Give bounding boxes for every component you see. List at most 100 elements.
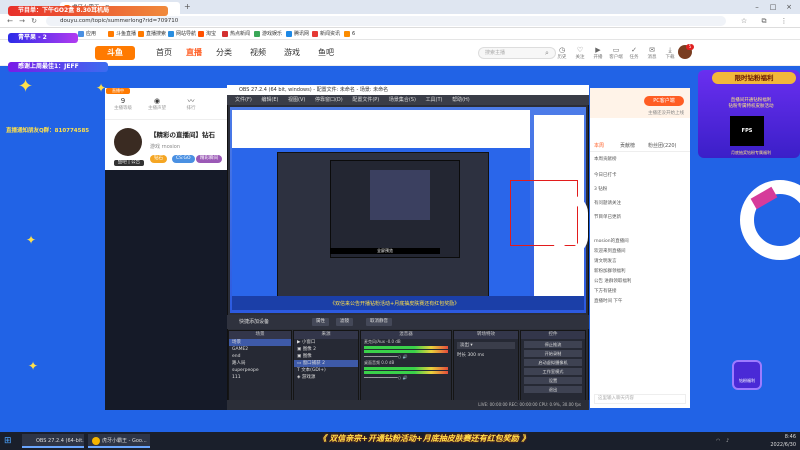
bookmark-star-icon[interactable]: ☆ <box>740 17 748 25</box>
bookmark-item[interactable]: 斗鱼直播 <box>108 30 136 38</box>
volume-icon[interactable]: ♪ <box>726 438 732 444</box>
mixer-channel-label: 桌面音频 0.0 dB <box>364 360 395 365</box>
tab-contrib[interactable]: 贡献榜 <box>620 142 635 150</box>
chat-line: 节目单已更新 <box>594 215 621 220</box>
bookmark-item[interactable]: 直播搜索 <box>138 30 166 38</box>
exit-button[interactable]: 退出 <box>524 386 582 393</box>
search-icon[interactable]: ⌕ <box>540 48 554 58</box>
url-input[interactable]: douyu.com/topic/summerlong?rid=709710 <box>46 16 726 26</box>
minimize-icon[interactable]: – <box>750 2 764 12</box>
maximize-icon[interactable]: □ <box>766 2 780 12</box>
properties-button[interactable]: 属性 <box>312 318 329 326</box>
chat-line: 公告 进群领取福利 <box>594 279 632 284</box>
obs-title: OBS 27.2.4 (64 bit, windows) - 配置文件: 未命名… <box>227 85 589 95</box>
obs-menu-dock[interactable]: 停靠窗口(D) <box>315 95 343 105</box>
scene-item[interactable]: superpeope <box>229 367 291 374</box>
obs-menu-file[interactable]: 文件(F) <box>235 95 252 105</box>
tab-fans[interactable]: 粉丝团(220) <box>648 142 676 150</box>
streamer-avatar[interactable] <box>114 128 142 156</box>
close-icon[interactable]: × <box>782 2 796 12</box>
star-icon: ✦ <box>18 76 34 97</box>
virtual-camera-button[interactable]: 启动虚拟摄像机 <box>524 359 582 366</box>
site-logo[interactable]: 斗鱼 <box>95 46 135 60</box>
broadcast-icon[interactable]: ▶ 开播 <box>590 45 606 63</box>
promo-footer: 月底抽奖钻粉专属福利 <box>731 150 771 155</box>
audio-meter <box>364 346 448 349</box>
source-item[interactable]: T 文本(GDI+) <box>294 367 358 374</box>
preview-nested-obs-3 <box>370 170 430 220</box>
obs-menu-scenes[interactable]: 场景集合(S) <box>389 95 416 105</box>
bookmark-item[interactable]: 应用 <box>78 30 96 38</box>
settings-button[interactable]: 设置 <box>524 377 582 384</box>
nav-game[interactable]: 游戏 <box>284 46 300 60</box>
audio-meter <box>364 350 448 353</box>
start-recording-button[interactable]: 开始录制 <box>524 350 582 357</box>
chat-input[interactable]: 这里输入聊天内容 <box>594 394 686 404</box>
bookmark-item[interactable]: 6 <box>344 30 355 38</box>
obs-menu-profile[interactable]: 配置文件(P) <box>352 95 379 105</box>
bookmark-icon <box>78 31 84 37</box>
pc-client-button[interactable]: PC客户端 <box>644 96 684 106</box>
scene-item[interactable]: 111 <box>229 374 291 381</box>
scene-item[interactable]: 路人局 <box>229 360 291 367</box>
extensions-icon[interactable]: ⧉ <box>760 17 768 25</box>
source-item[interactable]: ▭ 窗口捕获 2 <box>294 360 358 367</box>
nav-live[interactable]: 直播 <box>186 46 202 60</box>
obs-menu-help[interactable]: 帮助(H) <box>452 95 470 105</box>
network-icon[interactable]: ◠ <box>716 438 722 444</box>
history-icon[interactable]: ◷ 历史 <box>554 45 570 63</box>
transition-select[interactable]: 淡出 ▾ <box>457 342 515 349</box>
stop-stream-button[interactable]: 停止推流 <box>524 341 582 348</box>
tab-week[interactable]: 本周 <box>594 142 604 150</box>
scene-item[interactable]: end <box>229 353 291 360</box>
source-item[interactable]: ▶ 小窗口 <box>294 339 358 346</box>
bookmark-item[interactable]: 淘宝 <box>198 30 216 38</box>
volume-slider[interactable]: ━━━━━━━━━━━━━━○ 🔊 <box>361 375 451 381</box>
taskbar-item-obs[interactable]: OBS 27.2.4 (64-bit... <box>22 434 84 448</box>
bookmark-item[interactable]: 网站导航 <box>168 30 196 38</box>
source-item[interactable]: ▣ 图像 <box>294 353 358 360</box>
bookmark-icon <box>168 31 174 37</box>
filters-button[interactable]: 滤镜 <box>336 318 353 326</box>
bookmark-item[interactable]: 热点新闻 <box>222 30 250 38</box>
client-icon[interactable]: ▭ 客户端 <box>608 45 624 63</box>
transition-duration[interactable]: 时长 300 ms <box>454 352 518 359</box>
source-item[interactable]: ▣ 图像 2 <box>294 346 358 353</box>
room-sub: 游戏 rnosion <box>150 144 181 150</box>
bookmark-item[interactable]: 新闻资讯 <box>312 30 340 38</box>
chat-line: 有问题请关注 <box>594 201 621 206</box>
chat-room-status: 主播还没开始上线 <box>648 111 684 116</box>
message-icon[interactable]: ✉ 消息 <box>644 45 660 63</box>
room-tag[interactable]: 钻石 <box>150 155 167 163</box>
nav-fishbar[interactable]: 鱼吧 <box>318 46 334 60</box>
room-tag[interactable]: CS:GO <box>172 155 195 163</box>
avatar-badge: 5 <box>686 44 694 50</box>
video-player-left[interactable] <box>105 170 230 410</box>
new-tab-icon[interactable]: + <box>184 3 192 11</box>
unmute-button[interactable]: 取消静音 <box>366 318 392 326</box>
scene-item[interactable]: GAME2 <box>229 346 291 353</box>
back-icon[interactable]: ← <box>6 17 14 25</box>
room-tag[interactable]: 精彩瞬间 <box>196 155 222 163</box>
scene-item[interactable]: 场景 <box>229 339 291 346</box>
follow-icon[interactable]: ♡ 关注 <box>572 45 588 63</box>
bookmark-item[interactable]: 游戏娱乐 <box>254 30 282 38</box>
nav-category[interactable]: 分类 <box>216 46 232 60</box>
task-icon[interactable]: ✓ 任务 <box>626 45 642 63</box>
bookmark-item[interactable]: 腾讯网 <box>286 30 309 38</box>
forward-icon[interactable]: → <box>18 17 26 25</box>
download-icon[interactable]: ⤓ 下载 <box>662 45 678 63</box>
obs-menu-edit[interactable]: 编辑(E) <box>261 95 278 105</box>
browser-menu-icon[interactable]: ⋮ <box>780 17 788 25</box>
nav-home[interactable]: 首页 <box>156 46 172 60</box>
taskbar-clock[interactable]: 8:46 2022/6/30 <box>740 433 796 449</box>
mixer-dock: 混音器 麦克风/Aux -0.0 dB ━━━━━━━━━━━━━━○ 🔊 桌面… <box>360 330 452 402</box>
obs-menu-view[interactable]: 视图(V) <box>288 95 305 105</box>
nav-video[interactable]: 视频 <box>250 46 266 60</box>
obs-menu-tools[interactable]: 工具(T) <box>426 95 443 105</box>
windows-start-icon[interactable]: ⊞ <box>4 436 14 446</box>
source-item[interactable]: ◈ 游戏源 <box>294 374 358 381</box>
audio-meter <box>364 371 448 374</box>
reload-icon[interactable]: ↻ <box>30 17 38 25</box>
studio-mode-button[interactable]: 工作室模式 <box>524 368 582 375</box>
